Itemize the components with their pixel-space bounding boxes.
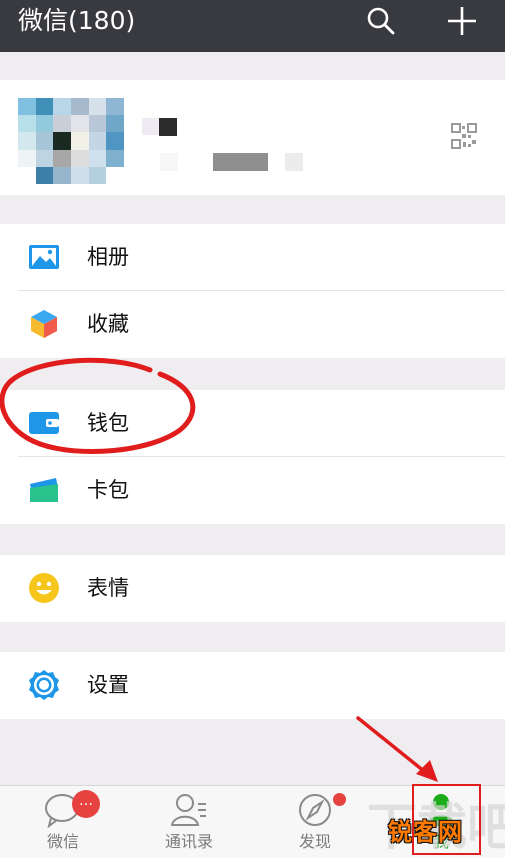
nickname-blurred bbox=[142, 118, 178, 136]
menu-label: 设置 bbox=[87, 673, 129, 697]
menu-item-album[interactable]: 相册 bbox=[0, 224, 505, 291]
tab-label: 微信 bbox=[46, 832, 79, 851]
tab-discover[interactable]: 发现 bbox=[252, 786, 378, 858]
profile-card[interactable] bbox=[0, 80, 505, 195]
contacts-icon bbox=[170, 794, 206, 826]
menu-group-pay: 钱包 卡包 bbox=[0, 390, 505, 524]
top-bar: 微信(180) bbox=[0, 0, 505, 52]
menu-item-card-pack[interactable]: 卡包 bbox=[0, 457, 505, 524]
discover-dot-badge bbox=[333, 793, 346, 806]
menu-label: 卡包 bbox=[87, 478, 129, 502]
plus-icon[interactable] bbox=[445, 4, 479, 38]
menu-group-media: 相册 收藏 bbox=[0, 224, 505, 358]
annotation-arrow bbox=[356, 716, 438, 782]
wallet-icon bbox=[29, 412, 59, 434]
card-pack-icon bbox=[30, 478, 58, 502]
tab-contacts[interactable]: 通讯录 bbox=[126, 786, 252, 858]
menu-label: 钱包 bbox=[87, 411, 129, 435]
gear-icon bbox=[29, 670, 59, 700]
watermark-text: 锐客网 bbox=[388, 818, 463, 846]
menu-item-stickers[interactable]: 表情 bbox=[0, 555, 505, 622]
app-title: 微信(180) bbox=[18, 6, 136, 35]
menu-label: 相册 bbox=[87, 245, 129, 269]
menu-label: 收藏 bbox=[87, 312, 129, 336]
search-icon[interactable] bbox=[364, 4, 398, 38]
avatar bbox=[18, 98, 124, 184]
tab-label: 发现 bbox=[298, 832, 331, 851]
menu-item-favorites[interactable]: 收藏 bbox=[0, 291, 505, 358]
sticker-icon bbox=[29, 573, 59, 603]
tab-chats[interactable]: … 微信 bbox=[0, 786, 126, 858]
unread-badge: … bbox=[72, 790, 100, 818]
menu-group-settings: 设置 bbox=[0, 652, 505, 719]
menu-item-settings[interactable]: 设置 bbox=[0, 652, 505, 719]
tab-label: 通讯录 bbox=[164, 832, 213, 851]
compass-icon bbox=[299, 794, 331, 826]
menu-group-stickers: 表情 bbox=[0, 555, 505, 622]
qr-code-icon[interactable] bbox=[451, 123, 477, 149]
album-icon bbox=[29, 245, 59, 269]
menu-item-wallet[interactable]: 钱包 bbox=[0, 390, 505, 457]
menu-label: 表情 bbox=[87, 576, 129, 600]
favorites-icon bbox=[31, 310, 57, 338]
